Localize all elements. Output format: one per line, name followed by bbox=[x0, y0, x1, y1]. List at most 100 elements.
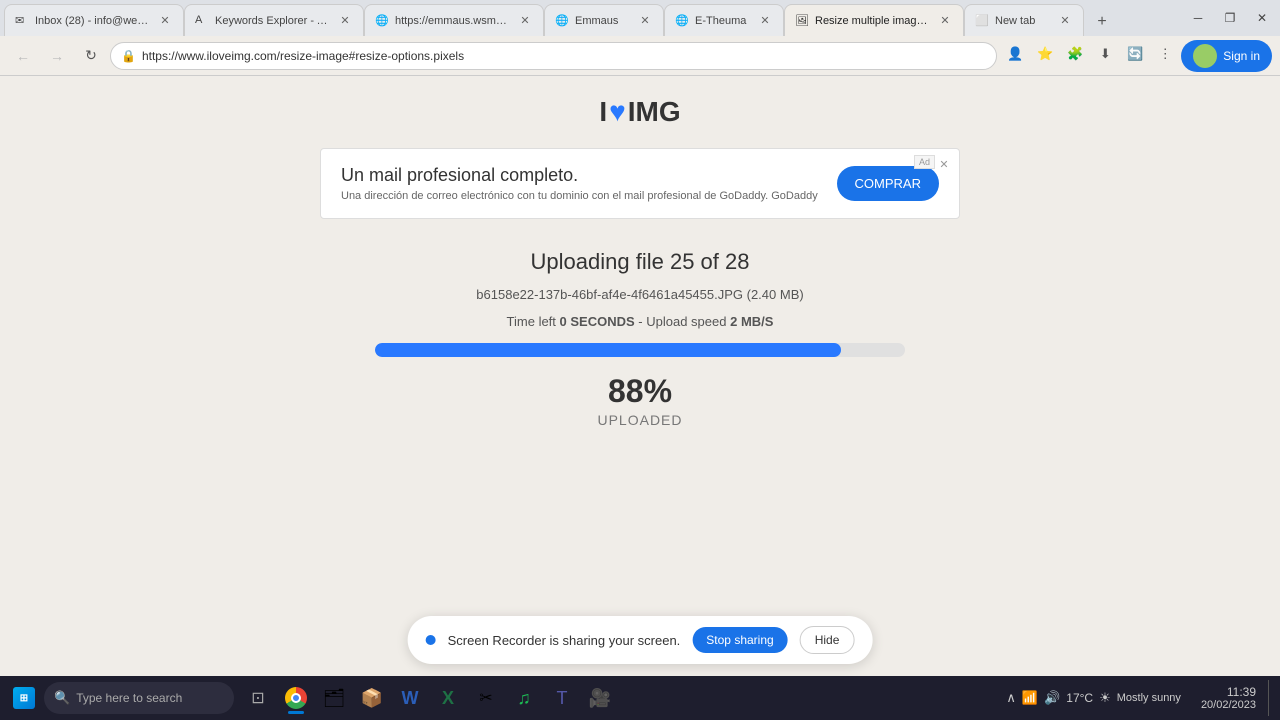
task-view-icon: ⊡ bbox=[251, 688, 264, 708]
back-button[interactable]: ← bbox=[8, 41, 38, 71]
tab-label-emmaus-shop: https://emmaus.wsmalta.eu/sho... bbox=[395, 15, 511, 27]
tab-etheuma[interactable]: 🌐 E-Theuma ✕ bbox=[664, 4, 784, 36]
tab-keywords[interactable]: A Keywords Explorer - Ahrefs ✕ bbox=[184, 4, 364, 36]
ad-close-button[interactable]: ✕ bbox=[935, 155, 953, 173]
sign-in-button[interactable]: Sign in bbox=[1181, 40, 1272, 72]
tab-close-etheuma[interactable]: ✕ bbox=[757, 13, 773, 29]
taskbar-app-camstudio[interactable]: 🎥 bbox=[582, 680, 618, 716]
tab-close-keywords[interactable]: ✕ bbox=[337, 13, 353, 29]
taskbar-app-chrome[interactable] bbox=[278, 680, 314, 716]
tab-favicon-newtab: ⬜ bbox=[975, 14, 989, 28]
tab-label-inbox: Inbox (28) - info@websuccess.c... bbox=[35, 15, 151, 27]
recorder-dot-icon bbox=[426, 635, 436, 645]
settings-button[interactable]: ⋮ bbox=[1151, 40, 1179, 68]
clock-date: 20/02/2023 bbox=[1201, 699, 1256, 711]
taskbar-app-file-manager[interactable]: 🗂 bbox=[316, 680, 352, 716]
sign-in-label: Sign in bbox=[1223, 49, 1260, 63]
taskbar: ⊞ 🔍 Type here to search ⊡ 🗂 📦 bbox=[0, 676, 1280, 720]
speed-label: Upload speed bbox=[646, 314, 726, 329]
excel-icon: X bbox=[442, 688, 454, 709]
ad-cta-button[interactable]: COMPRAR bbox=[837, 166, 939, 201]
tab-resize[interactable]: 🖼 Resize multiple images at once! ✕ bbox=[784, 4, 964, 36]
upload-filename: b6158e22-137b-46bf-af4e-4f6461a45455.JPG… bbox=[320, 287, 960, 302]
logo-heart-icon: ♥ bbox=[609, 96, 626, 128]
taskbar-app-teams[interactable]: T bbox=[544, 680, 580, 716]
taskbar-app-excel[interactable]: X bbox=[430, 680, 466, 716]
address-bar[interactable]: 🔒 https://www.iloveimg.com/resize-image#… bbox=[110, 42, 997, 70]
tab-close-emmaus-shop[interactable]: ✕ bbox=[517, 13, 533, 29]
tab-close-resize[interactable]: ✕ bbox=[937, 13, 953, 29]
taskbar-app-word[interactable]: W bbox=[392, 680, 428, 716]
stop-sharing-button[interactable]: Stop sharing bbox=[692, 627, 787, 653]
ad-title: Un mail profesional completo. bbox=[341, 165, 821, 186]
nav-tools: 👤 ⭐ 🧩 ⬇ 🔄 ⋮ Sign in bbox=[1001, 40, 1272, 72]
camstudio-icon: 🎥 bbox=[589, 688, 611, 709]
winrar-icon: 📦 bbox=[361, 688, 383, 709]
tab-emmaus[interactable]: 🌐 Emmaus ✕ bbox=[544, 4, 664, 36]
taskbar-search[interactable]: 🔍 Type here to search bbox=[44, 682, 234, 714]
tab-label-resize: Resize multiple images at once! bbox=[815, 15, 931, 27]
close-button[interactable]: ✕ bbox=[1248, 4, 1276, 32]
file-manager-icon: 🗂 bbox=[323, 688, 346, 709]
bookmark-button[interactable]: ⭐ bbox=[1031, 40, 1059, 68]
volume-icon[interactable]: 🔊 bbox=[1044, 690, 1060, 706]
ad-banner: Ad ✕ Un mail profesional completo. Una d… bbox=[320, 148, 960, 219]
weather-temp: 17°C bbox=[1066, 691, 1093, 705]
taskbar-app-snip[interactable]: ✂ bbox=[468, 680, 504, 716]
taskbar-apps: ⊡ 🗂 📦 W X ✂ ♫ bbox=[240, 680, 618, 716]
tab-label-keywords: Keywords Explorer - Ahrefs bbox=[215, 15, 331, 27]
progress-bar-container bbox=[375, 343, 905, 357]
taskbar-app-winrar[interactable]: 📦 bbox=[354, 680, 390, 716]
teams-icon: T bbox=[557, 688, 568, 709]
nav-bar: ← → ↻ 🔒 https://www.iloveimg.com/resize-… bbox=[0, 36, 1280, 76]
upload-section: Uploading file 25 of 28 b6158e22-137b-46… bbox=[320, 249, 960, 428]
sync-button[interactable]: 🔄 bbox=[1121, 40, 1149, 68]
show-desktop-button[interactable] bbox=[1268, 680, 1274, 716]
extensions-button[interactable]: 🧩 bbox=[1061, 40, 1089, 68]
snip-icon: ✂ bbox=[479, 688, 492, 708]
spotify-icon: ♫ bbox=[517, 688, 531, 709]
tab-favicon-emmaus-shop: 🌐 bbox=[375, 14, 389, 28]
taskbar-app-task-view[interactable]: ⊡ bbox=[240, 680, 276, 716]
account-icon: 👤 bbox=[1007, 46, 1023, 62]
hide-button[interactable]: Hide bbox=[800, 626, 855, 654]
new-tab-button[interactable]: + bbox=[1088, 8, 1116, 36]
tab-favicon-inbox: ✉ bbox=[15, 14, 29, 28]
ad-badge: Ad bbox=[914, 155, 935, 169]
site-logo: I ♥ IMG bbox=[599, 96, 680, 128]
tab-inbox[interactable]: ✉ Inbox (28) - info@websuccess.c... ✕ bbox=[4, 4, 184, 36]
tab-label-newtab: New tab bbox=[995, 15, 1051, 27]
tabs-area: ✉ Inbox (28) - info@websuccess.c... ✕ A … bbox=[4, 0, 1176, 36]
weather-icon: ☀ bbox=[1099, 690, 1111, 706]
lock-icon: 🔒 bbox=[121, 49, 136, 63]
tab-close-emmaus[interactable]: ✕ bbox=[637, 13, 653, 29]
taskbar-clock[interactable]: 11:39 20/02/2023 bbox=[1193, 685, 1264, 711]
restore-button[interactable]: ❐ bbox=[1216, 4, 1244, 32]
tab-close-inbox[interactable]: ✕ bbox=[157, 13, 173, 29]
downloads-button[interactable]: ⬇ bbox=[1091, 40, 1119, 68]
clock-time: 11:39 bbox=[1201, 685, 1256, 699]
reload-button[interactable]: ↻ bbox=[76, 41, 106, 71]
network-icon[interactable]: 📶 bbox=[1022, 690, 1038, 706]
recorder-message: Screen Recorder is sharing your screen. bbox=[448, 633, 681, 648]
windows-icon: ⊞ bbox=[13, 687, 35, 709]
ad-subtitle: Una dirección de correo electrónico con … bbox=[341, 190, 821, 202]
ad-text: Un mail profesional completo. Una direcc… bbox=[341, 165, 821, 202]
profile-button[interactable]: 👤 bbox=[1001, 40, 1029, 68]
tab-close-newtab[interactable]: ✕ bbox=[1057, 13, 1073, 29]
forward-button[interactable]: → bbox=[42, 41, 72, 71]
progress-bar-fill bbox=[375, 343, 841, 357]
logo-img: IMG bbox=[628, 96, 681, 128]
uploaded-label: UPLOADED bbox=[320, 412, 960, 428]
speed-value: 2 MB/S bbox=[730, 314, 773, 329]
tab-emmaus-shop[interactable]: 🌐 https://emmaus.wsmalta.eu/sho... ✕ bbox=[364, 4, 544, 36]
window-controls: ─ ❐ ✕ bbox=[1184, 4, 1276, 32]
title-bar: ✉ Inbox (28) - info@websuccess.c... ✕ A … bbox=[0, 0, 1280, 36]
start-button[interactable]: ⊞ bbox=[6, 680, 42, 716]
minimize-button[interactable]: ─ bbox=[1184, 4, 1212, 32]
avatar bbox=[1193, 44, 1217, 68]
taskbar-app-spotify[interactable]: ♫ bbox=[506, 680, 542, 716]
tray-chevron[interactable]: ∧ bbox=[1006, 690, 1016, 706]
taskbar-tray: ∧ 📶 🔊 17°C ☀ Mostly sunny bbox=[998, 680, 1189, 716]
tab-newtab[interactable]: ⬜ New tab ✕ bbox=[964, 4, 1084, 36]
